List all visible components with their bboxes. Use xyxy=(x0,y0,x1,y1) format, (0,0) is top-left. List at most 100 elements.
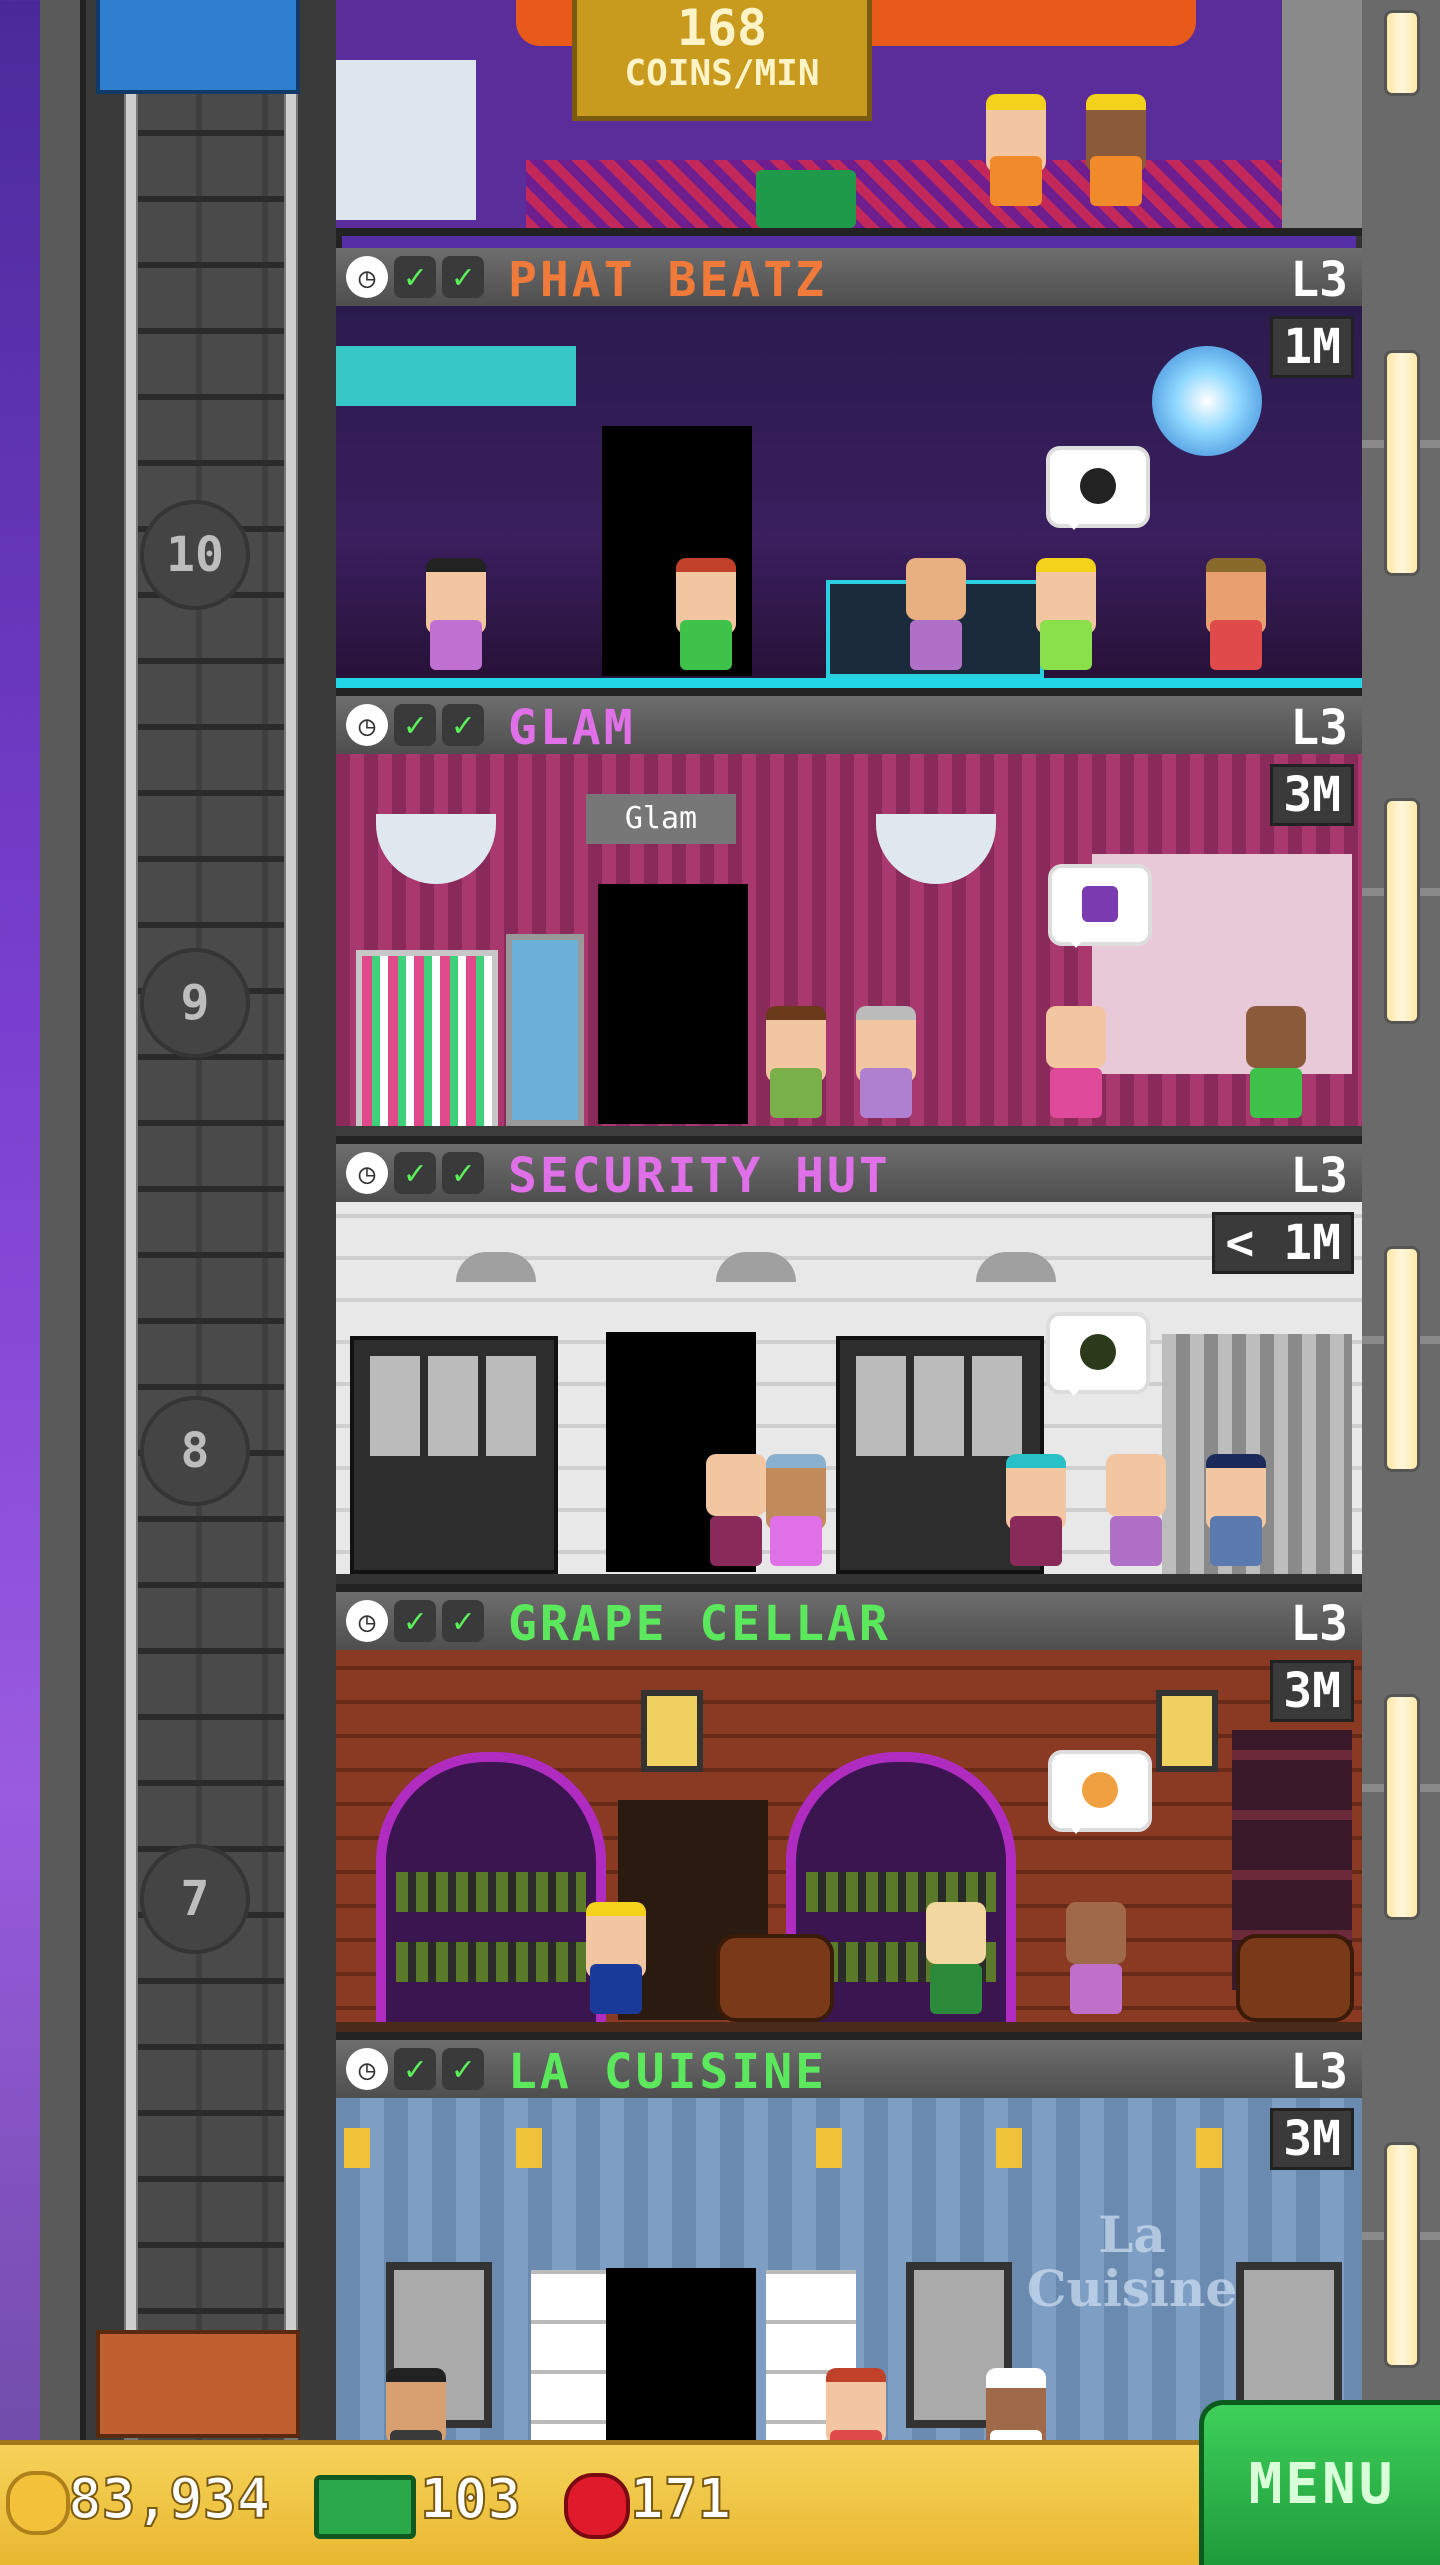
floor-divider xyxy=(336,2032,1362,2040)
lantern-icon xyxy=(641,1690,703,1772)
check-icon: ✓ xyxy=(442,2048,484,2090)
visitor[interactable] xyxy=(1026,558,1106,678)
coins-rate-value: 168 xyxy=(676,0,768,57)
visitor[interactable] xyxy=(576,1902,656,2022)
glass-counter xyxy=(336,60,476,220)
gem-icon xyxy=(564,2473,630,2539)
menu-button[interactable]: MENU xyxy=(1199,2400,1440,2565)
visitor[interactable] xyxy=(1096,1454,1176,1574)
coins-per-minute-sign: 168 COINS/MIN xyxy=(572,0,872,121)
wall-light-icon xyxy=(996,2128,1022,2168)
floor-name: PHAT BEATZ xyxy=(508,252,827,308)
carpet xyxy=(526,160,1322,228)
coin-icon xyxy=(6,2471,70,2535)
wine-barrel xyxy=(1236,1934,1354,2022)
floor-scene[interactable]: Glam xyxy=(336,754,1362,1144)
floor-header: ◷ ✓ ✓ GLAM L3 xyxy=(336,696,1362,758)
clock-icon: ◷ xyxy=(346,256,388,298)
tower-right-column xyxy=(1356,0,1440,2440)
disco-ball-icon xyxy=(1152,346,1262,456)
restock-timer: 3M xyxy=(1270,2108,1354,2170)
glam-sign: Glam xyxy=(586,794,736,844)
visitor[interactable] xyxy=(666,558,746,678)
floor-name: LA CUISINE xyxy=(508,2044,827,2100)
wine-barrel xyxy=(716,1934,834,2022)
floor-level: L3 xyxy=(1290,700,1348,756)
visitor[interactable] xyxy=(816,2368,896,2440)
window-light xyxy=(1384,1694,1420,1920)
top-floor-partial[interactable]: 168 COINS/MIN xyxy=(336,0,1362,228)
check-icon: ✓ xyxy=(394,1600,436,1642)
check-icon: ✓ xyxy=(394,704,436,746)
floor-name: GLAM xyxy=(508,700,636,756)
worker[interactable] xyxy=(976,94,1056,214)
floor-la-cuisine[interactable]: ◷ ✓ ✓ LA CUISINE L3 La Cuisine 3M xyxy=(336,2040,1362,2440)
bux-amount[interactable]: 103 xyxy=(419,2466,522,2533)
worker[interactable] xyxy=(1076,94,1156,214)
security-guard[interactable] xyxy=(1196,1454,1276,1574)
restock-timer: < 1M xyxy=(1212,1212,1354,1274)
elevator-rail-left xyxy=(124,0,138,2440)
visitor[interactable] xyxy=(1036,1006,1116,1126)
floor-phat-beatz[interactable]: ◷ ✓ ✓ PHAT BEATZ L3 1M xyxy=(336,248,1362,696)
employee[interactable] xyxy=(916,1902,996,2022)
coins-amount: 83,934 xyxy=(67,2466,271,2533)
bux-icon[interactable] xyxy=(314,2475,416,2539)
check-icon: ✓ xyxy=(442,256,484,298)
restock-timer: 1M xyxy=(1270,316,1354,378)
floor-security-hut[interactable]: ◷ ✓ ✓ SECURITY HUT L3 < 1M xyxy=(336,1144,1362,1592)
ceiling-lamp-icon xyxy=(716,1252,796,1282)
la-cuisine-sign: La Cuisine xyxy=(1026,2205,1238,2318)
elevator-door[interactable] xyxy=(606,2268,756,2440)
elevator-lobby-base xyxy=(96,2330,300,2438)
window-light xyxy=(1384,798,1420,1024)
lantern-icon xyxy=(1156,1690,1218,1772)
floor-level: L3 xyxy=(1290,1596,1348,1652)
floor-glam[interactable]: ◷ ✓ ✓ GLAM L3 Glam 3M xyxy=(336,696,1362,1144)
visitor[interactable] xyxy=(1236,1006,1316,1126)
floor-divider xyxy=(336,1584,1362,1592)
elevator-door[interactable] xyxy=(598,884,748,1124)
restock-timer: 3M xyxy=(1270,1660,1354,1722)
gems-amount: 171 xyxy=(629,2466,732,2533)
elevator-shaft[interactable] xyxy=(80,0,342,2440)
window-light xyxy=(1384,350,1420,576)
briefcase-icon xyxy=(756,170,856,228)
employee[interactable] xyxy=(756,1454,836,1574)
floor-scene[interactable] xyxy=(336,1202,1362,1592)
floor-grape-cellar[interactable]: ◷ ✓ ✓ GRAPE CELLAR L3 3M xyxy=(336,1592,1362,2040)
floor-number-8: 8 xyxy=(140,1396,250,1506)
request-bubble[interactable] xyxy=(1048,864,1152,948)
request-bubble[interactable] xyxy=(1046,446,1150,530)
floor-divider xyxy=(336,1136,1362,1144)
check-icon: ✓ xyxy=(442,1600,484,1642)
window-light xyxy=(1384,2142,1420,2368)
employee[interactable] xyxy=(896,558,976,678)
floor-scene[interactable] xyxy=(336,306,1362,696)
visitor[interactable] xyxy=(756,1006,836,1126)
floor-header: ◷ ✓ ✓ LA CUISINE L3 xyxy=(336,2040,1362,2102)
clock-icon: ◷ xyxy=(346,704,388,746)
floor-number-10: 10 xyxy=(140,500,250,610)
floor-level: L3 xyxy=(1290,1148,1348,1204)
security-monitor xyxy=(350,1336,558,1574)
wine-arch xyxy=(376,1752,606,2022)
check-icon: ✓ xyxy=(394,2048,436,2090)
clock-icon: ◷ xyxy=(346,1600,388,1642)
chef[interactable] xyxy=(376,2368,456,2440)
visitor[interactable] xyxy=(1056,1902,1136,2022)
floor-header: ◷ ✓ ✓ GRAPE CELLAR L3 xyxy=(336,1592,1362,1654)
floor-scene[interactable] xyxy=(336,1650,1362,2040)
employee[interactable] xyxy=(416,558,496,678)
floor-number-9: 9 xyxy=(140,948,250,1058)
visitor[interactable] xyxy=(996,1454,1076,1574)
mirror xyxy=(506,934,584,1126)
request-bubble[interactable] xyxy=(1046,1312,1150,1396)
elevator-car[interactable] xyxy=(96,0,300,94)
floor-scene[interactable]: La Cuisine xyxy=(336,2098,1362,2440)
visitor[interactable] xyxy=(1196,558,1276,678)
employee[interactable] xyxy=(846,1006,926,1126)
employee[interactable] xyxy=(976,2368,1056,2440)
wall-light-icon xyxy=(816,2128,842,2168)
request-bubble[interactable] xyxy=(1048,1750,1152,1834)
